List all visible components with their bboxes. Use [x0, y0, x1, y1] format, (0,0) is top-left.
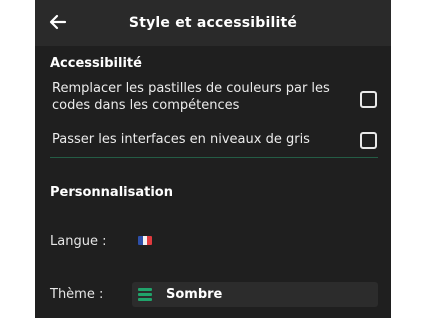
option-grayscale-label: Passer les interfaces en niveaux de gris [52, 132, 310, 147]
theme-label: Thème : [50, 287, 104, 302]
theme-value: Sombre [166, 287, 223, 302]
theme-select[interactable]: Sombre [132, 282, 378, 307]
option-color-codes[interactable]: Remplacer les pastilles de couleurs par … [35, 80, 391, 118]
option-grayscale[interactable]: Passer les interfaces en niveaux de gris [35, 130, 391, 150]
accessibility-section-title: Accessibilité [50, 56, 142, 71]
personalisation-section-title: Personnalisation [50, 185, 173, 200]
menu-lines-icon [138, 288, 152, 301]
language-label: Langue : [50, 234, 107, 249]
page-title: Style et accessibilité [128, 15, 298, 31]
option-color-codes-label: Remplacer les pastilles de couleurs par … [52, 81, 330, 113]
french-flag-icon[interactable] [138, 236, 152, 245]
settings-panel: Style et accessibilité Accessibilité Rem… [35, 0, 391, 318]
grayscale-checkbox[interactable] [360, 132, 377, 149]
section-divider [50, 157, 378, 158]
color-codes-checkbox[interactable] [360, 91, 377, 108]
header-bar: Style et accessibilité [35, 0, 391, 46]
